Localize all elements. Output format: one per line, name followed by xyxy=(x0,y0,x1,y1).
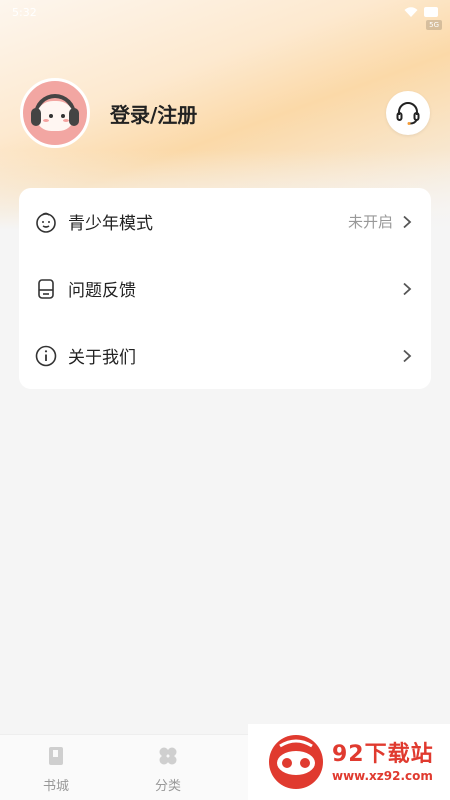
teen-mode-status: 未开启 xyxy=(347,213,393,231)
tab-category[interactable]: 分类 xyxy=(112,735,224,800)
login-register-link[interactable]: 登录/注册 xyxy=(110,99,197,128)
wifi-icon xyxy=(404,6,418,17)
book-icon xyxy=(49,747,63,765)
child-face-icon xyxy=(34,210,58,234)
settings-menu-card: 青少年模式 未开启 问题反馈 关于我们 xyxy=(19,188,431,389)
gamepad-logo-icon xyxy=(266,732,326,792)
network-badge: 5G xyxy=(426,20,442,30)
tab-label: 书城 xyxy=(42,779,69,794)
watermark-url: www.xz92.com xyxy=(332,769,433,783)
status-bar: 5:32 xyxy=(0,0,450,24)
menu-item-label: 青少年模式 xyxy=(68,214,153,234)
tab-label: 分类 xyxy=(154,779,181,794)
watermark-title: 92下载站 xyxy=(332,742,434,767)
chevron-right-icon xyxy=(403,282,412,295)
profile-section: 登录/注册 xyxy=(20,78,430,148)
menu-item-teen-mode[interactable]: 青少年模式 未开启 xyxy=(19,188,431,255)
category-icon xyxy=(159,747,177,765)
headset-icon xyxy=(396,102,420,125)
menu-item-label: 关于我们 xyxy=(68,348,136,368)
battery-icon xyxy=(424,7,438,17)
customer-service-button[interactable] xyxy=(386,91,430,135)
chevron-right-icon xyxy=(403,215,412,228)
feedback-icon xyxy=(34,277,58,301)
menu-item-label: 问题反馈 xyxy=(68,281,136,301)
menu-item-feedback[interactable]: 问题反馈 xyxy=(19,255,431,322)
avatar[interactable] xyxy=(20,78,90,148)
status-time: 5:32 xyxy=(12,5,37,19)
menu-item-about[interactable]: 关于我们 xyxy=(19,322,431,389)
info-icon xyxy=(34,344,58,368)
chevron-right-icon xyxy=(403,349,412,362)
tab-bookstore[interactable]: 书城 xyxy=(0,735,112,800)
watermark-overlay: 92下载站 www.xz92.com xyxy=(248,724,450,800)
